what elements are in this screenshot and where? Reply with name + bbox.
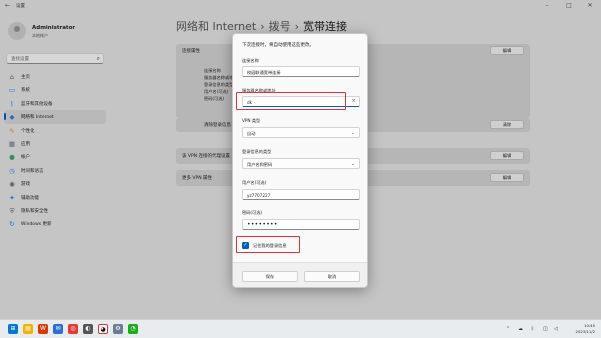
dialog-footer: 保存 取消 [233, 262, 367, 287]
clock-date: 2023/11/2 [575, 329, 595, 334]
server-address-label: 服务器名称或地址 [242, 88, 276, 93]
connection-name-field[interactable]: 校园联通宽带连接 [242, 66, 360, 77]
chrome-icon[interactable]: ◎ [68, 324, 78, 334]
vpn-type-select[interactable]: 自动 ⌄ [242, 127, 360, 138]
username-field[interactable]: yz7707227 [242, 189, 360, 200]
username-value: yz7707227 [247, 192, 271, 198]
login-type-select[interactable]: 用户名和密码 ⌄ [242, 158, 360, 169]
volume-icon[interactable]: ◁ [554, 326, 558, 332]
server-address-field[interactable]: dk × [242, 96, 360, 107]
login-type-label: 登录信息的类型 [242, 149, 272, 154]
chevron-down-icon: ⌄ [350, 160, 355, 167]
edit-vpn-dialog: 下次连接时，将自动使用这些更改。 连接名称 校园联通宽带连接 服务器名称或地址 … [232, 33, 368, 288]
save-button[interactable]: 保存 [242, 271, 298, 282]
app-icon[interactable]: ◐ [83, 324, 93, 334]
connection-name-value: 校园联通宽带连接 [247, 69, 281, 75]
password-label: 密码(可选) [242, 210, 263, 215]
remember-login-checkbox[interactable]: ✓ 记住我的登录信息 [242, 241, 332, 251]
vpn-type-value: 自动 [247, 130, 256, 136]
dialog-hint: 下次连接时，将自动使用这些更改。 [242, 43, 314, 48]
chevron-up-icon[interactable]: ⌃ [506, 326, 510, 332]
file-explorer-icon[interactable]: ▤ [23, 324, 33, 334]
windows-start-icon[interactable]: ⊞ [8, 324, 18, 334]
server-address-value: dk [247, 99, 253, 105]
cancel-button[interactable]: 取消 [304, 271, 360, 282]
taskbar-clock[interactable]: 10:45 2023/11/2 [565, 323, 595, 335]
checkmark-icon: ✓ [242, 242, 249, 249]
cloud-icon[interactable]: ☁ [518, 326, 523, 332]
chevron-down-icon: ⌄ [350, 129, 355, 136]
username-label: 用户名(可选) [242, 180, 267, 185]
settings-window: ← 设置 – □ ✕ Administrator 本地帐户 查找设置 ⌕ ⌂ 主… [0, 0, 601, 319]
settings-gear-icon[interactable]: ⚙ [113, 324, 123, 334]
qq-icon[interactable]: ◕ [98, 324, 108, 334]
wechat-icon[interactable]: ◔ [128, 324, 138, 334]
password-field[interactable]: •••••••• [242, 219, 360, 230]
connection-name-label: 连接名称 [242, 58, 259, 63]
mail-icon[interactable]: ✉ [53, 324, 63, 334]
bluetooth-tray-icon[interactable]: ᛒ [531, 326, 534, 332]
network-tray-icon[interactable]: ◫ [543, 326, 548, 332]
vpn-type-label: VPN 类型 [242, 118, 261, 123]
clear-field-icon[interactable]: × [351, 98, 356, 104]
remember-login-label: 记住我的登录信息 [253, 243, 287, 248]
taskbar: ⊞ ▤ W ✉ ◎ ◐ ◕ ⚙ ◔ ⌃ ☁ ᛒ ◫ ◁ 10:45 2023/1… [0, 319, 601, 338]
password-value: •••••••• [247, 221, 278, 228]
wps-icon[interactable]: W [38, 324, 48, 334]
login-type-value: 用户名和密码 [247, 161, 273, 167]
